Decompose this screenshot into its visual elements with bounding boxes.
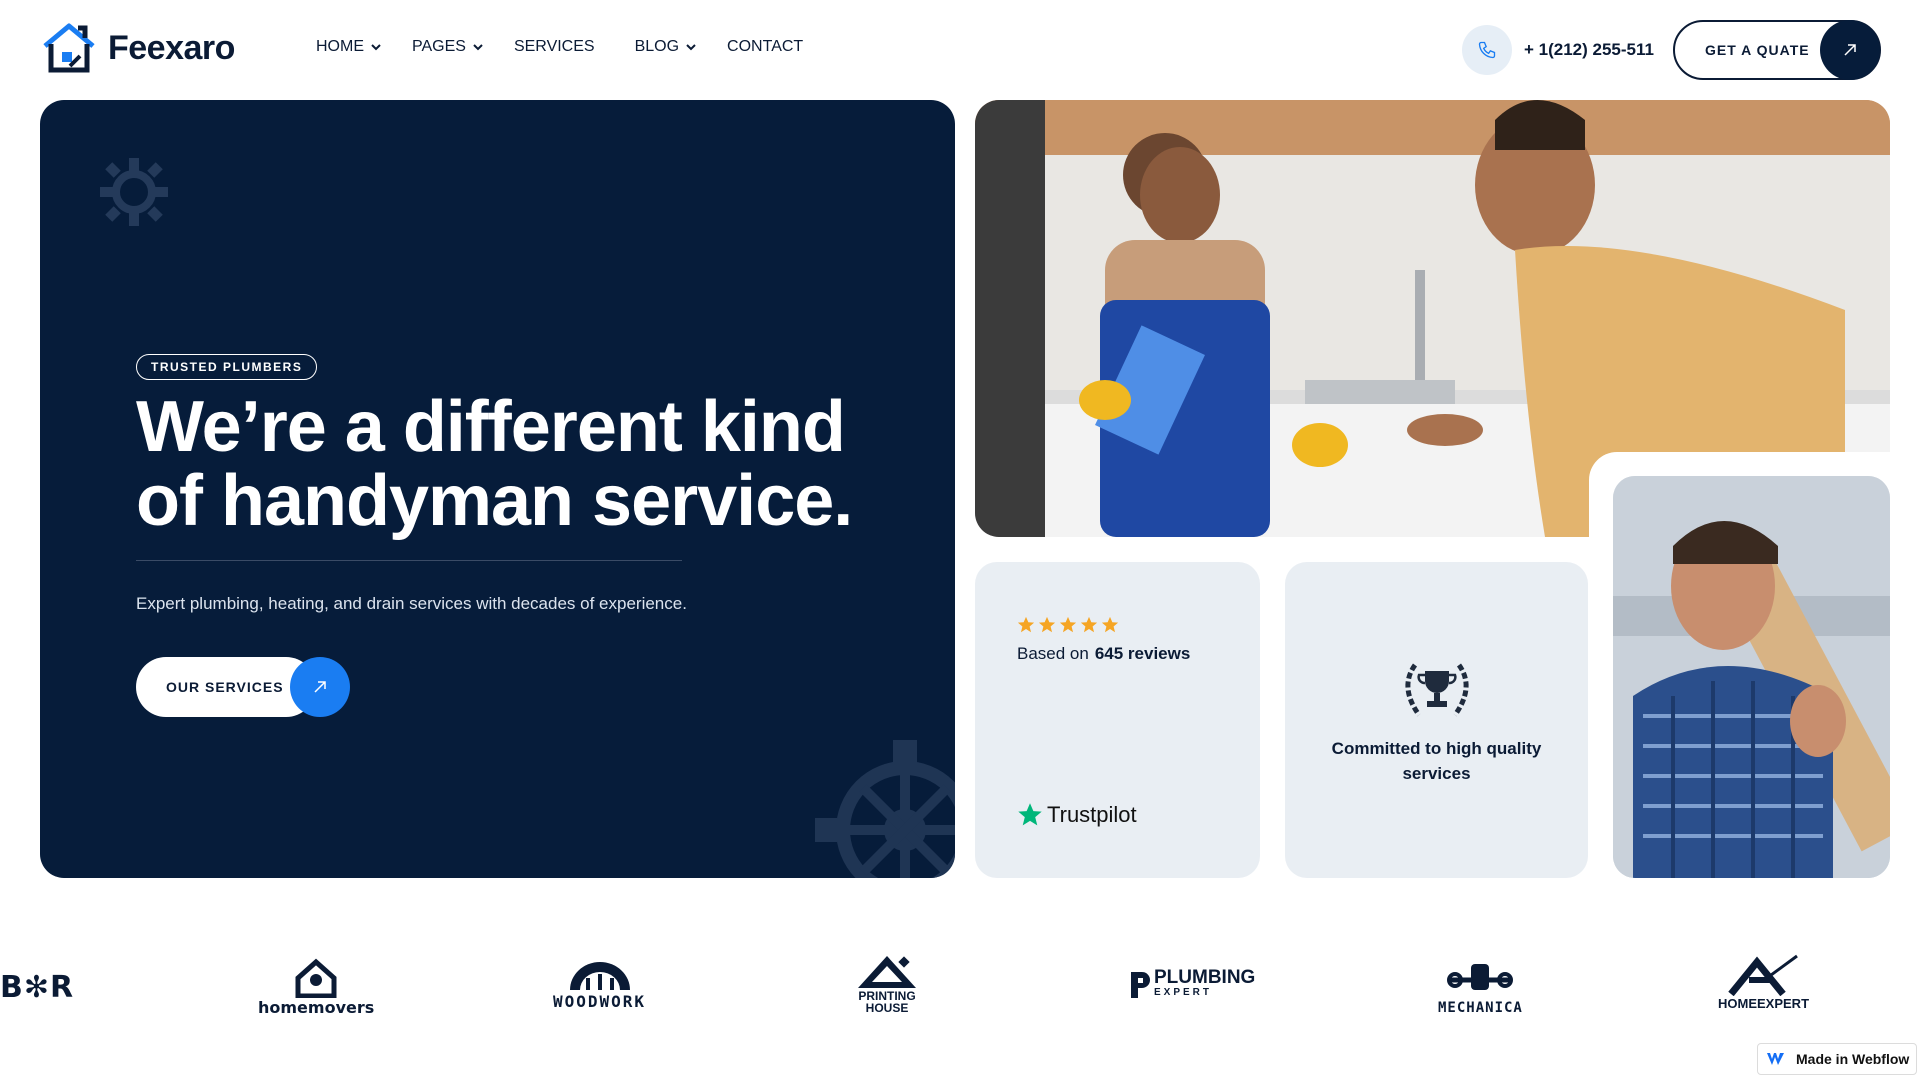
partner-logo-woodwork[interactable]: WOODWORK <box>553 960 646 1011</box>
trophy-laurel-icon <box>1405 663 1469 717</box>
house-logo-icon <box>43 23 95 73</box>
home-expert-logo-icon <box>1727 954 1798 996</box>
arrow-up-right-icon <box>314 681 326 693</box>
nav-item-label: HOME <box>316 38 364 55</box>
gear-icon <box>100 158 168 226</box>
hero-subtitle: Expert plumbing, heating, and drain serv… <box>136 594 687 613</box>
webflow-label: Made in Webflow <box>1796 1051 1910 1067</box>
partner-name: WOODWORK <box>553 992 647 1011</box>
wheel-gear-icon <box>815 740 955 878</box>
rating-stars <box>1017 616 1119 634</box>
p-letter-icon <box>1131 972 1150 998</box>
brand-name: Feexaro <box>108 28 235 67</box>
nav-item-label: BLOG <box>634 38 680 55</box>
reviews-summary: Based on 645 reviews <box>1017 644 1190 664</box>
main-nav: HOME PAGES SERVICES BLOG CONTACT <box>316 38 833 56</box>
get-quote-arrow-button[interactable] <box>1820 20 1880 80</box>
nav-item-label: CONTACT <box>727 38 804 55</box>
site-header: Feexaro HOME PAGES SERVICES BLOG CONTACT… <box>0 0 1920 100</box>
home-logo-icon <box>295 958 337 998</box>
quality-card: Committed to high quality services <box>1285 562 1588 878</box>
arrow-up-right-icon <box>1844 44 1856 56</box>
partner-name: homemovers <box>258 998 375 1017</box>
quality-text: Committed to high quality services <box>1331 739 1542 783</box>
partner-name: PLUMBING <box>1154 967 1256 988</box>
our-services-button[interactable]: OUR SERVICES <box>136 657 316 717</box>
star-icon <box>1017 616 1035 633</box>
star-icon <box>1038 616 1056 633</box>
hero-divider <box>136 560 682 561</box>
reviews-count: 645 reviews <box>1094 644 1191 663</box>
chevron-down-icon <box>473 44 483 51</box>
star-icon <box>1080 616 1098 633</box>
nav-item-label: SERVICES <box>513 38 595 55</box>
hero-title: We’re a different kind of handyman servi… <box>136 387 853 541</box>
partner-name: B✻R <box>0 970 75 1005</box>
nav-item-services[interactable]: SERVICES <box>514 38 595 56</box>
our-services-arrow-button[interactable] <box>290 657 350 717</box>
mountain-logo-icon <box>858 956 916 988</box>
handyman-portrait-photo <box>1613 476 1890 878</box>
partner-logos: B✻R homemovers WOODWORK PRINTING HOUSE P… <box>0 940 1920 1030</box>
chevron-down-icon <box>371 44 381 51</box>
brand-logo[interactable]: Feexaro <box>40 22 235 74</box>
partner-logo-plumbing-expert[interactable]: PLUMBING EXPERT <box>1128 967 1256 1000</box>
partner-logo-printing-house[interactable]: PRINTING HOUSE <box>852 952 922 1014</box>
nav-item-home[interactable]: HOME <box>316 38 382 56</box>
nav-item-pages[interactable]: PAGES <box>412 38 484 56</box>
trustpilot-label: Trustpilot <box>1047 802 1137 827</box>
reviews-card: Based on 645 reviews Trustpilot <box>975 562 1260 878</box>
reviews-prefix: Based on <box>1017 644 1089 663</box>
nav-item-label: PAGES <box>412 38 466 55</box>
phone-contact[interactable]: + 1(212) 255-511 <box>1462 25 1654 75</box>
webflow-icon <box>1767 1053 1784 1065</box>
partner-logo-homeexpert[interactable]: HOMEEXPERT <box>1718 954 1809 1011</box>
phone-number: + 1(212) 255-511 <box>1524 40 1654 59</box>
nav-item-contact[interactable]: CONTACT <box>727 38 803 56</box>
partner-logo-homemovers[interactable]: homemovers <box>258 958 374 1017</box>
star-icon <box>1101 616 1119 633</box>
partner-logo-bor[interactable]: B✻R <box>0 970 74 1005</box>
nav-item-blog[interactable]: BLOG <box>635 38 697 56</box>
hero-panel: TRUSTED PLUMBERS We’re a different kind … <box>40 100 955 878</box>
partner-subname: EXPERT <box>1154 987 1213 998</box>
fist-wrench-icon <box>1447 964 1514 990</box>
chevron-down-icon <box>686 44 696 51</box>
trustpilot-star-icon <box>1018 803 1042 826</box>
star-icon <box>1059 616 1077 633</box>
made-in-webflow-badge[interactable]: Made in Webflow <box>1757 1043 1917 1075</box>
partner-logo-mechanica[interactable]: MECHANICA <box>1438 960 1523 1016</box>
partner-name: MECHANICA <box>1438 1000 1523 1016</box>
partner-name: HOMEEXPERT <box>1718 996 1810 1011</box>
handyman-illustration <box>1613 476 1890 878</box>
saw-blade-icon <box>569 962 630 990</box>
partner-name: PRINTING HOUSE <box>858 989 916 1015</box>
trustpilot-logo[interactable]: Trustpilot <box>1017 802 1137 828</box>
hero-badge: TRUSTED PLUMBERS <box>136 354 318 380</box>
phone-icon-wrap <box>1462 25 1512 75</box>
phone-icon <box>1478 41 1496 59</box>
